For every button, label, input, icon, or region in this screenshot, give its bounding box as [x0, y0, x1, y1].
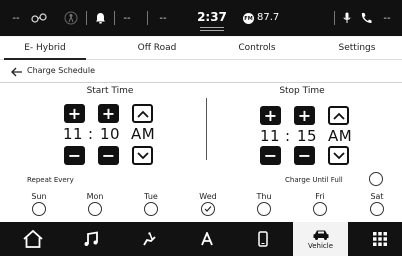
stop-hour-value: 11 — [260, 127, 281, 145]
day-label-thu: Thu — [256, 192, 272, 201]
stop-minute-minus-button[interactable]: − — [294, 146, 315, 165]
status-separator — [114, 11, 115, 25]
check-icon — [204, 206, 212, 212]
start-minute-value: 10 — [100, 125, 121, 143]
page-title: Charge Schedule — [27, 66, 96, 75]
time-divider — [200, 27, 224, 28]
microphone-icon[interactable] — [341, 10, 353, 26]
vehicle-icon — [313, 230, 328, 240]
day-label-wed: Wed — [199, 192, 217, 201]
media-button[interactable] — [68, 222, 114, 256]
day-radio-sun[interactable] — [32, 202, 46, 216]
chevron-up-icon — [332, 112, 345, 120]
start-minute-plus-button[interactable]: + — [98, 104, 119, 123]
navigation-button[interactable] — [184, 222, 230, 256]
notification-bell-icon[interactable] — [93, 10, 107, 26]
tab-bar: E- Hybrid Off Road Controls Settings — [0, 37, 402, 60]
day-radio-wed[interactable] — [201, 202, 215, 216]
day-radio-tue[interactable] — [144, 202, 158, 216]
vehicle-label: Vehicle — [307, 241, 334, 250]
apps-button[interactable] — [357, 222, 402, 256]
back-arrow-icon[interactable] — [10, 64, 24, 78]
radio-station[interactable]: 87.7 — [257, 12, 279, 23]
fm-badge: FM — [243, 13, 254, 24]
status-separator — [147, 11, 148, 25]
start-colon: : — [88, 125, 94, 143]
tab-off-road[interactable]: Off Road — [112, 37, 202, 59]
stop-ampm-down-button[interactable] — [328, 146, 349, 165]
start-hour-plus-button[interactable]: + — [64, 104, 85, 123]
chevron-up-icon — [136, 110, 149, 118]
stop-minute-value: 15 — [297, 127, 318, 145]
stop-colon: : — [285, 127, 291, 145]
day-radio-sat[interactable] — [370, 202, 384, 216]
status-dash-left: -- — [12, 12, 20, 24]
charge-schedule-panel: Start Time + + 11 : 10 AM − − Stop Time … — [0, 83, 402, 222]
day-label-sun: Sun — [31, 192, 47, 201]
nav-icon — [201, 232, 213, 246]
vehicle-button[interactable]: Vehicle — [293, 222, 348, 256]
status-dash-right: -- — [383, 12, 391, 24]
phone-button[interactable] — [240, 222, 286, 256]
tab-controls[interactable]: Controls — [212, 37, 302, 59]
seatbelt-icon[interactable] — [63, 10, 79, 26]
stop-time-title: Stop Time — [279, 86, 325, 96]
music-icon — [84, 231, 98, 246]
chevron-down-icon — [332, 151, 345, 159]
status-bar: -- -- -- 2:37 FM 87.7 -- — [0, 0, 402, 36]
start-ampm-value: AM — [131, 125, 156, 143]
charge-until-full-label: Charge Until Full — [285, 176, 343, 184]
day-label-sat: Sat — [370, 192, 384, 201]
day-label-mon: Mon — [86, 192, 104, 201]
day-radio-mon[interactable] — [88, 202, 102, 216]
status-separator — [334, 11, 335, 25]
apps-icon — [373, 232, 387, 246]
start-ampm-up-button[interactable] — [132, 104, 153, 123]
day-label-fri: Fri — [315, 192, 325, 201]
tab-settings[interactable]: Settings — [312, 37, 402, 59]
chevron-down-icon — [136, 151, 149, 159]
driver-assist-icon[interactable] — [30, 10, 50, 26]
day-radio-thu[interactable] — [257, 202, 271, 216]
home-icon — [23, 229, 43, 248]
stop-hour-minus-button[interactable]: − — [260, 146, 281, 165]
comfort-icon — [143, 232, 156, 246]
status-dash: -- — [159, 12, 167, 24]
charge-until-full-radio[interactable] — [369, 172, 383, 186]
repeat-every-label: Repeat Every — [27, 176, 74, 184]
start-time-title: Start Time — [86, 86, 134, 96]
stop-ampm-up-button[interactable] — [328, 106, 349, 125]
status-separator — [86, 11, 87, 25]
status-dash: -- — [123, 12, 131, 24]
bottom-nav: Vehicle — [0, 222, 402, 256]
start-hour-minus-button[interactable]: − — [64, 146, 85, 165]
day-radio-fri[interactable] — [313, 202, 327, 216]
start-hour-value: 11 — [63, 125, 84, 143]
tab-e-hybrid[interactable]: E- Hybrid — [0, 37, 90, 60]
stop-ampm-value: AM — [328, 127, 353, 145]
start-ampm-down-button[interactable] — [132, 146, 153, 165]
stop-minute-plus-button[interactable]: + — [294, 106, 315, 125]
clock-time: 2:37 — [197, 10, 227, 24]
start-minute-minus-button[interactable]: − — [98, 146, 119, 165]
phone-icon — [258, 231, 268, 247]
time-divider-line — [206, 98, 207, 160]
stop-hour-plus-button[interactable]: + — [260, 106, 281, 125]
sub-header: Charge Schedule — [0, 60, 402, 83]
day-label-tue: Tue — [144, 192, 158, 201]
home-button[interactable] — [10, 222, 56, 256]
phone-call-icon[interactable] — [359, 10, 373, 26]
time-divider — [200, 30, 224, 31]
comfort-button[interactable] — [126, 222, 172, 256]
